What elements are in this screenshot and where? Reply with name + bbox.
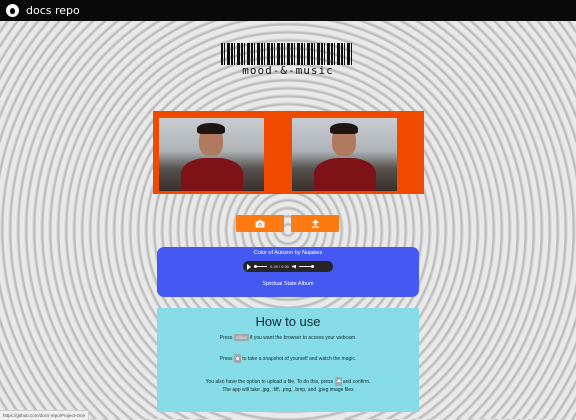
album-name: Spiritual State Album [262, 281, 314, 287]
camera-strip [153, 111, 424, 194]
audio-controls[interactable]: 0:28 / 0:30 [243, 261, 333, 272]
how-to-use-panel: How to use Press Allow if you want the b… [157, 308, 419, 412]
webcam-video [159, 118, 264, 191]
instruction-snapshot: Press to take a snapshot of yourself and… [219, 354, 357, 363]
upload-button[interactable] [291, 215, 339, 232]
time-display: 0:28 / 0:30 [270, 264, 289, 269]
upload-icon [311, 219, 319, 228]
volume-icon[interactable] [291, 264, 296, 269]
top-navbar: docs repo [0, 0, 576, 21]
camera-icon [255, 219, 265, 227]
seek-slider[interactable] [254, 265, 267, 268]
github-icon[interactable] [6, 4, 19, 17]
instruction-upload: You also have the option to upload a fil… [205, 377, 371, 386]
upload-key-icon [334, 377, 342, 386]
music-player-card: Color of Autumn by Nujabes 0:28 / 0:30 S… [157, 247, 419, 297]
logo-text: mood-&-music [242, 64, 334, 77]
site-title[interactable]: docs repo [26, 4, 80, 17]
barcode-logo [221, 43, 352, 65]
play-icon[interactable] [247, 263, 251, 270]
song-title: Color of Autumn by Nujabes [253, 250, 323, 256]
volume-slider[interactable] [298, 265, 314, 268]
camera-key-icon [233, 354, 241, 363]
how-to-title: How to use [255, 314, 321, 329]
allow-key-image: Allow [233, 334, 249, 341]
snapshot-canvas [292, 118, 397, 191]
snapshot-button[interactable] [236, 215, 284, 232]
instruction-file-types: The app will take .jpg, .tiff, .png, .bm… [222, 387, 354, 393]
instruction-webcam: Press Allow if you want the browser to a… [219, 334, 357, 341]
